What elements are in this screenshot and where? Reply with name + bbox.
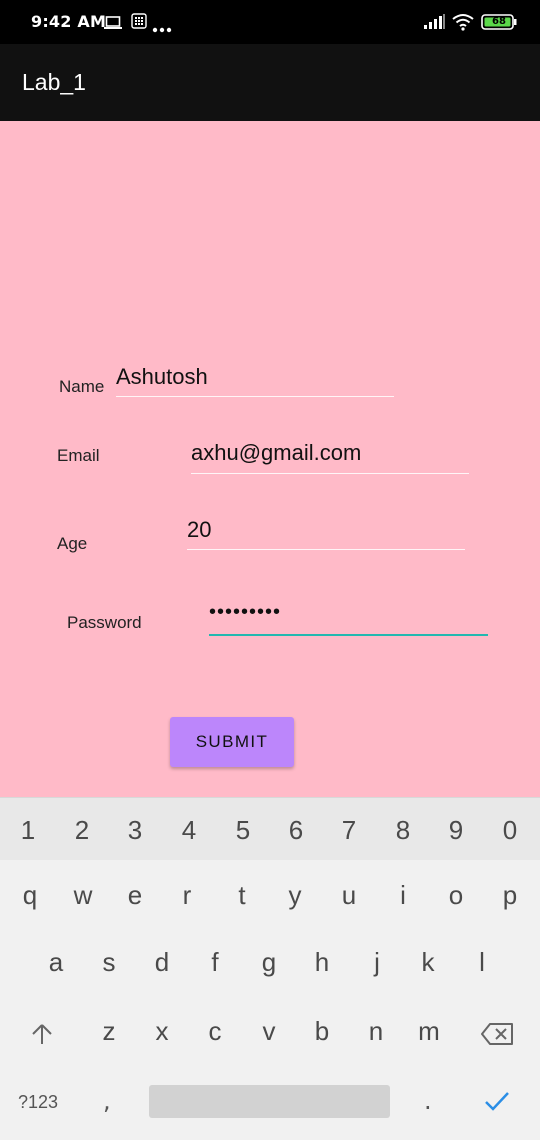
status-time: 9:42 AM: [31, 12, 107, 31]
password-input[interactable]: •••••••••: [209, 601, 488, 636]
submit-button[interactable]: SUBMIT: [170, 717, 294, 767]
password-label: Password: [67, 613, 142, 632]
key-e[interactable]: e: [108, 880, 162, 911]
comma-key[interactable]: ,: [103, 1087, 111, 1115]
key-p[interactable]: p: [483, 880, 537, 911]
key-9[interactable]: 9: [429, 815, 483, 846]
grid-app-icon: [131, 13, 147, 33]
name-label: Name: [59, 377, 105, 396]
key-h[interactable]: h: [295, 947, 349, 978]
key-f[interactable]: f: [188, 947, 242, 978]
laptop-icon: [104, 15, 122, 34]
key-u[interactable]: u: [322, 880, 376, 911]
key-b[interactable]: b: [295, 1016, 349, 1047]
key-y[interactable]: y: [268, 880, 322, 911]
email-label: Email: [57, 446, 100, 465]
key-x[interactable]: x: [135, 1016, 189, 1047]
key-o[interactable]: o: [429, 880, 483, 911]
form-content: Name Ashutosh Email axhu@gmail.com Age 2…: [0, 121, 540, 797]
spacebar[interactable]: [149, 1085, 390, 1118]
app-title: Lab_1: [22, 69, 86, 95]
key-n[interactable]: n: [349, 1016, 403, 1047]
key-6[interactable]: 6: [269, 815, 323, 846]
app-bar: Lab_1: [0, 44, 540, 121]
key-q[interactable]: q: [3, 880, 57, 911]
signal-icon: [424, 14, 446, 34]
backspace-key-icon[interactable]: [481, 1023, 513, 1049]
key-7[interactable]: 7: [322, 815, 376, 846]
key-2[interactable]: 2: [55, 815, 109, 846]
key-t[interactable]: t: [215, 880, 269, 911]
key-c[interactable]: c: [188, 1016, 242, 1047]
wifi-icon: [452, 13, 474, 35]
key-4[interactable]: 4: [162, 815, 216, 846]
key-r[interactable]: r: [160, 880, 214, 911]
age-input[interactable]: 20: [187, 517, 465, 550]
shift-key-icon[interactable]: [30, 1022, 54, 1050]
key-w[interactable]: w: [56, 880, 110, 911]
key-3[interactable]: 3: [108, 815, 162, 846]
name-input[interactable]: Ashutosh: [116, 364, 394, 397]
key-k[interactable]: k: [401, 947, 455, 978]
key-0[interactable]: 0: [483, 815, 537, 846]
age-label: Age: [57, 534, 88, 553]
key-m[interactable]: m: [402, 1016, 456, 1047]
key-1[interactable]: 1: [1, 815, 55, 846]
key-s[interactable]: s: [82, 947, 136, 978]
more-dots-icon: [152, 18, 172, 37]
key-5[interactable]: 5: [216, 815, 270, 846]
key-a[interactable]: a: [29, 947, 83, 978]
key-v[interactable]: v: [242, 1016, 296, 1047]
screen: 9:42 AM 68 Lab_1 Name Ashutosh Email axh…: [0, 0, 540, 1140]
symbols-key[interactable]: ?123: [18, 1092, 58, 1113]
email-input[interactable]: axhu@gmail.com: [191, 440, 469, 474]
checkmark-enter-icon[interactable]: [484, 1090, 510, 1116]
key-g[interactable]: g: [242, 947, 296, 978]
key-j[interactable]: j: [350, 947, 404, 978]
key-z[interactable]: z: [82, 1016, 136, 1047]
status-bar: 9:42 AM 68: [0, 0, 540, 44]
key-8[interactable]: 8: [376, 815, 430, 846]
key-d[interactable]: d: [135, 947, 189, 978]
key-i[interactable]: i: [376, 880, 430, 911]
period-key[interactable]: .: [424, 1087, 432, 1115]
key-l[interactable]: l: [455, 947, 509, 978]
keyboard-number-row: 1 2 3 4 5 6 7 8 9 0: [0, 798, 540, 860]
battery-level-text: 68: [492, 16, 506, 27]
soft-keyboard: 1 2 3 4 5 6 7 8 9 0 q w e r t y u i o p …: [0, 797, 540, 1140]
